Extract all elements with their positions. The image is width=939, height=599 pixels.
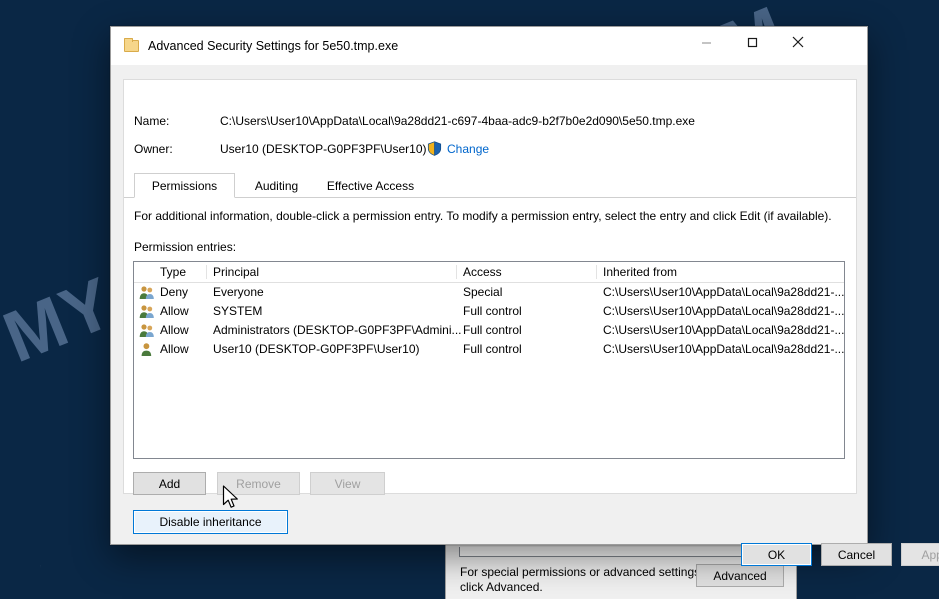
owner-label: Owner: bbox=[134, 142, 173, 156]
cell-principal: SYSTEM bbox=[213, 304, 263, 318]
group-icon bbox=[139, 286, 154, 299]
cell-principal: Administrators (DESKTOP-G0PF3PF\Admini..… bbox=[213, 323, 462, 337]
table-row[interactable]: Allow User10 (DESKTOP-G0PF3PF\User10) Fu… bbox=[134, 340, 844, 359]
name-value: C:\Users\User10\AppData\Local\9a28dd21-c… bbox=[220, 114, 695, 128]
apply-button: Apply bbox=[901, 543, 939, 566]
ok-button[interactable]: OK bbox=[741, 543, 812, 566]
uac-shield-icon bbox=[427, 141, 442, 156]
table-row[interactable]: Allow Administrators (DESKTOP-G0PF3PF\Ad… bbox=[134, 321, 844, 340]
cell-type: Allow bbox=[160, 323, 189, 337]
folder-icon bbox=[124, 37, 139, 54]
disable-inheritance-button[interactable]: Disable inheritance bbox=[133, 510, 288, 534]
cell-inherited: C:\Users\User10\AppData\Local\9a28dd21-.… bbox=[603, 323, 845, 337]
column-header-access[interactable]: Access bbox=[463, 265, 502, 279]
cell-type: Deny bbox=[160, 285, 189, 299]
table-row[interactable]: Deny Everyone Special C:\Users\User10\Ap… bbox=[134, 283, 844, 302]
title-bar: Advanced Security Settings for 5e50.tmp.… bbox=[111, 27, 867, 65]
remove-button: Remove bbox=[217, 472, 300, 495]
cell-inherited: C:\Users\User10\AppData\Local\9a28dd21-.… bbox=[603, 342, 845, 356]
view-button: View bbox=[310, 472, 385, 495]
cell-access: Full control bbox=[463, 342, 522, 356]
cell-access: Full control bbox=[463, 304, 522, 318]
background-hint-line2: click Advanced. bbox=[460, 580, 543, 594]
tab-effective-access[interactable]: Effective Access bbox=[318, 173, 423, 198]
cell-principal: User10 (DESKTOP-G0PF3PF\User10) bbox=[213, 342, 420, 356]
permission-entries-label: Permission entries: bbox=[134, 240, 237, 254]
window-title: Advanced Security Settings for 5e50.tmp.… bbox=[148, 39, 399, 53]
minimize-icon[interactable] bbox=[683, 27, 729, 57]
cell-access: Special bbox=[463, 285, 503, 299]
dialog-content-panel: Name: C:\Users\User10\AppData\Local\9a28… bbox=[123, 79, 857, 534]
cancel-button[interactable]: Cancel bbox=[821, 543, 892, 566]
owner-value: User10 (DESKTOP-G0PF3PF\User10) bbox=[220, 142, 427, 156]
change-owner-link[interactable]: Change bbox=[427, 141, 489, 156]
change-link-label: Change bbox=[447, 141, 490, 156]
background-listbox-edge bbox=[459, 547, 784, 557]
close-icon[interactable] bbox=[775, 27, 821, 57]
cell-type: Allow bbox=[160, 304, 189, 318]
group-icon bbox=[139, 305, 154, 318]
table-row[interactable]: Allow SYSTEM Full control C:\Users\User1… bbox=[134, 302, 844, 321]
cell-inherited: C:\Users\User10\AppData\Local\9a28dd21-.… bbox=[603, 304, 845, 318]
info-text: For additional information, double-click… bbox=[134, 209, 832, 223]
cell-type: Allow bbox=[160, 342, 189, 356]
cell-access: Full control bbox=[463, 323, 522, 337]
name-label: Name: bbox=[134, 114, 170, 128]
background-hint-line1: For special permissions or advanced sett… bbox=[460, 565, 704, 579]
user-icon bbox=[141, 343, 152, 356]
background-hint-text: For special permissions or advanced sett… bbox=[460, 565, 710, 595]
table-header: Type Principal Access Inherited from bbox=[134, 262, 844, 283]
add-button[interactable]: Add bbox=[133, 472, 206, 495]
maximize-icon[interactable] bbox=[729, 27, 775, 57]
advanced-security-settings-dialog: Advanced Security Settings for 5e50.tmp.… bbox=[110, 26, 939, 566]
cell-inherited: C:\Users\User10\AppData\Local\9a28dd21-.… bbox=[603, 285, 845, 299]
column-header-type[interactable]: Type bbox=[160, 265, 186, 279]
tab-permissions[interactable]: Permissions bbox=[134, 173, 235, 198]
permission-entries-list[interactable]: Type Principal Access Inherited from Den… bbox=[133, 261, 845, 459]
advanced-button[interactable]: Advanced bbox=[696, 564, 784, 587]
tab-strip: Permissions Auditing Effective Access bbox=[124, 173, 856, 198]
column-header-inherited[interactable]: Inherited from bbox=[603, 265, 677, 279]
cell-principal: Everyone bbox=[213, 285, 264, 299]
tab-auditing[interactable]: Auditing bbox=[235, 173, 318, 198]
group-icon bbox=[139, 324, 154, 337]
column-header-principal[interactable]: Principal bbox=[213, 265, 259, 279]
